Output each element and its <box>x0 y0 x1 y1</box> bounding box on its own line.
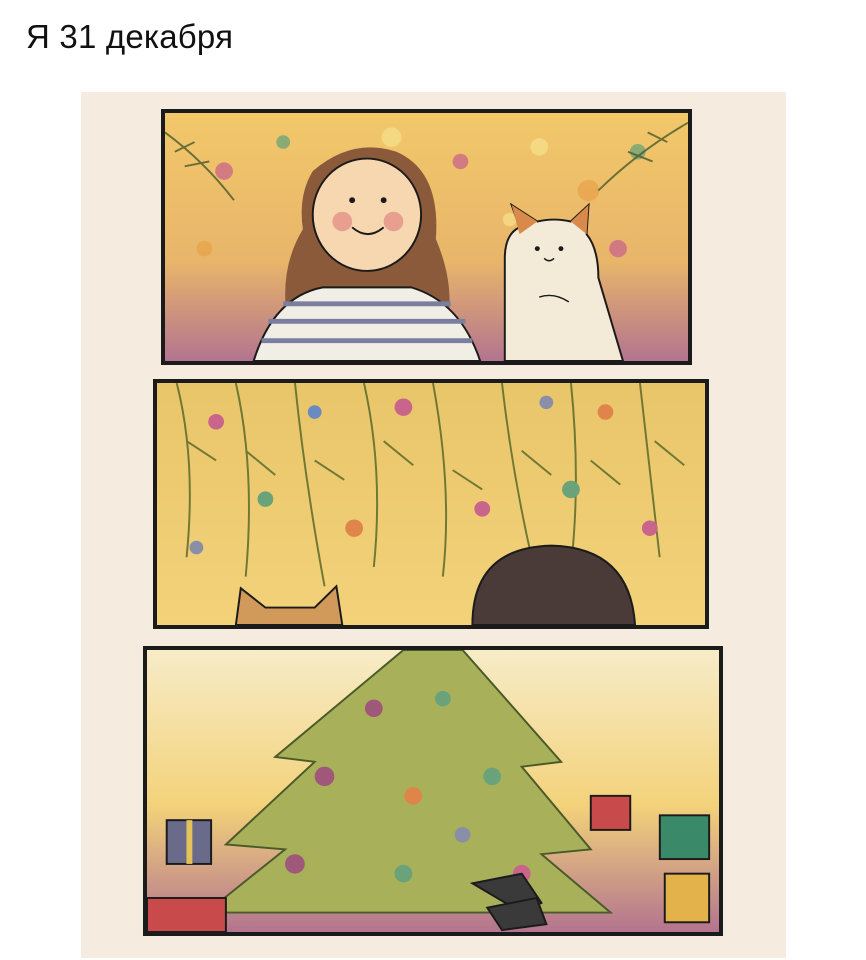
comic-panel-3 <box>143 646 723 936</box>
comic-panel-2 <box>153 379 709 629</box>
comic-panel-1 <box>161 109 692 365</box>
comic-image <box>81 92 786 958</box>
panel-3-illustration <box>147 650 719 932</box>
panel-2-illustration <box>157 383 705 625</box>
panel-1-illustration <box>165 113 688 361</box>
post-caption: Я 31 декабря <box>26 18 234 55</box>
